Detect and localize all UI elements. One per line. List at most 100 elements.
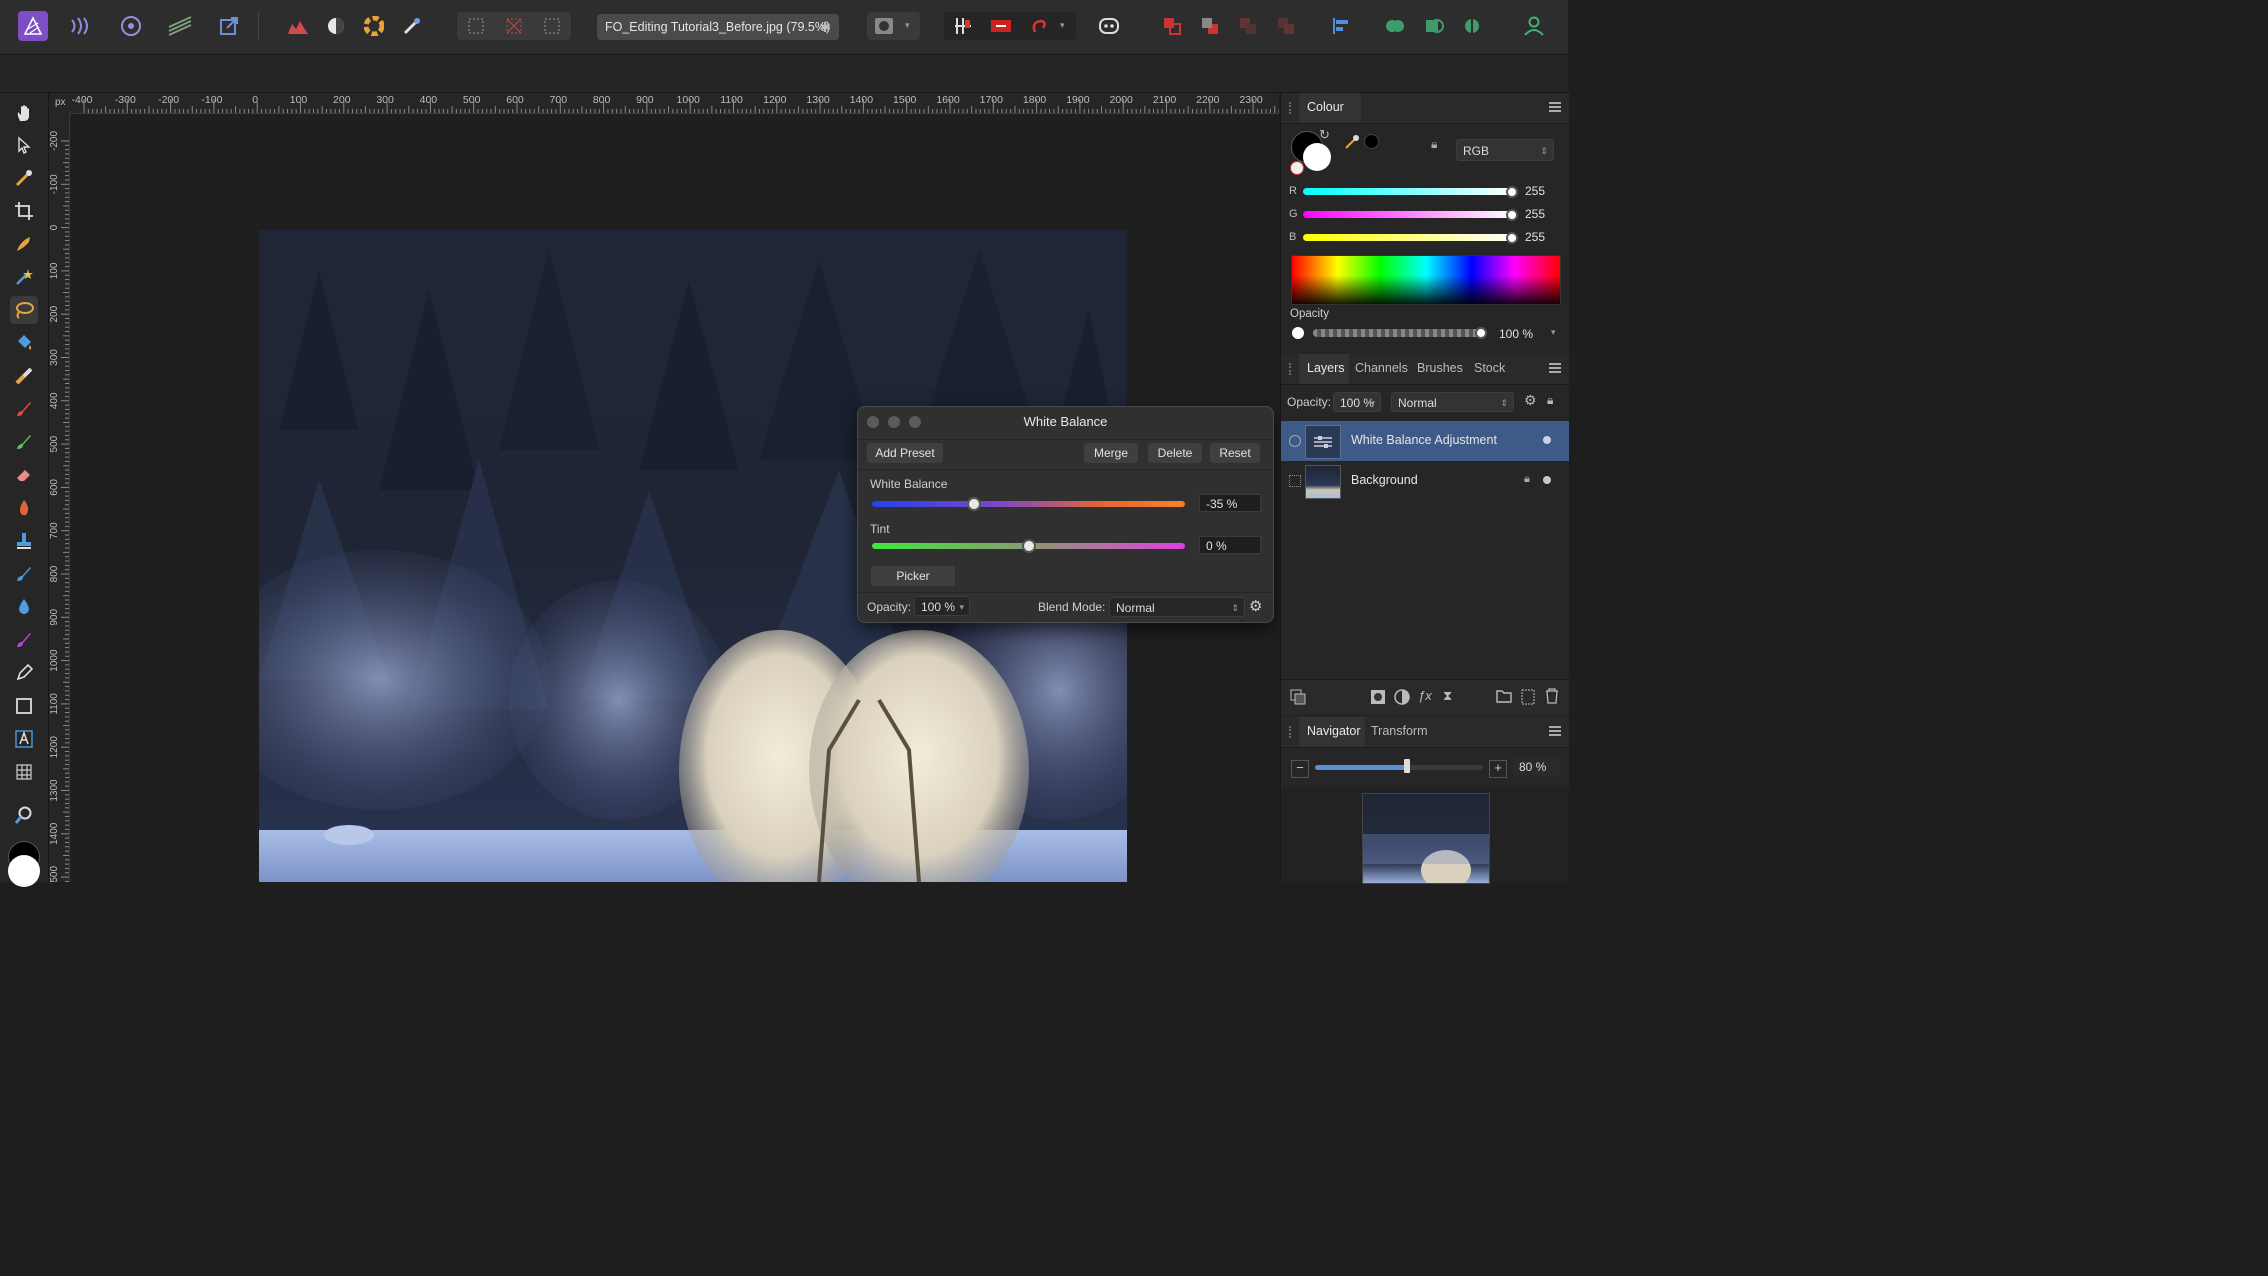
crop-tool-icon[interactable] [10,197,38,225]
group-folder-icon[interactable] [1496,689,1512,706]
picked-colour-swatch[interactable] [1364,134,1379,149]
colour-wheel-icon[interactable] [359,11,389,41]
deselect-icon[interactable] [499,11,529,41]
dodge-tool-icon[interactable] [10,494,38,522]
erase-brush-tool-icon[interactable] [10,461,38,489]
picker-button[interactable]: Picker [871,566,955,586]
tab-navigator[interactable]: Navigator [1307,724,1361,738]
layer-visibility-icon[interactable] [1289,475,1301,487]
boolean-subtract-icon[interactable] [1419,11,1449,41]
tint-slider-knob[interactable] [1021,539,1036,553]
panel-grip[interactable] [1289,363,1293,375]
selection-brush-tool-icon[interactable] [10,230,38,258]
tab-layers[interactable]: Layers [1307,361,1345,375]
zoom-out-icon[interactable]: − [1291,760,1309,778]
tab-channels[interactable]: Channels [1355,361,1408,375]
flood-select-tool-icon[interactable] [10,263,38,291]
panel-menu-icon[interactable] [1549,726,1561,736]
green-slider-knob[interactable] [1506,209,1518,221]
zoom-slider[interactable] [1315,765,1483,770]
auto-contrast-icon[interactable] [321,11,351,41]
opacity-slider[interactable] [1313,329,1481,337]
red-slider-knob[interactable] [1506,186,1518,198]
blur-tool-icon[interactable] [10,593,38,621]
swap-colours-icon[interactable]: ↻ [1319,127,1330,143]
layer-opacity-field[interactable]: 100 % ▾ [1333,392,1381,412]
blend-mode-select[interactable]: Normal ⇕ [1109,597,1245,617]
paint-mixer-tool-icon[interactable] [10,428,38,456]
reset-button[interactable]: Reset [1210,443,1260,463]
undo-redo-icon[interactable] [1024,11,1054,41]
opacity-field[interactable]: 100 % ▾ [914,596,970,616]
chevron-down-icon[interactable]: ▾ [959,597,964,617]
layer-lock-icon[interactable]: 🔒︎ [1524,473,1530,486]
document-tab[interactable]: FO_Editing Tutorial3_Before.jpg (79.5%) … [597,14,839,40]
rectangle-tool-icon[interactable] [10,692,38,720]
panel-menu-icon[interactable] [1549,363,1561,373]
chevron-down-icon[interactable]: ▾ [1551,327,1556,338]
layer-visibility-dot-icon[interactable] [1543,436,1551,444]
persona-tone-map-icon[interactable] [165,11,195,41]
stroke-colour-swatch[interactable] [1303,143,1331,171]
colour-model-select[interactable]: RGB ⇕ [1456,139,1554,161]
arrange-back-icon[interactable] [1195,11,1225,41]
layer-settings-gear-icon[interactable]: ⚙ [1524,392,1537,409]
paint-brush-tool-icon[interactable] [10,395,38,423]
boolean-add-icon[interactable] [1380,11,1410,41]
white-balance-slider-knob[interactable] [966,497,981,511]
live-filter-icon[interactable]: ⧗ [1443,688,1452,704]
snapping-icon[interactable] [948,11,978,41]
inpainting-tool-icon[interactable] [10,560,38,588]
panel-grip[interactable] [1289,726,1293,738]
hand-tool-icon[interactable] [10,99,38,127]
navigator-thumbnail[interactable] [1362,793,1490,884]
settings-gear-icon[interactable]: ⚙ [1249,597,1262,615]
colour-picker-tool-icon[interactable] [10,164,38,192]
red-slider[interactable] [1303,188,1513,195]
tint-value[interactable]: 0 % [1199,536,1261,554]
flood-fill-tool-icon[interactable] [10,329,38,357]
clone-tool-icon[interactable] [10,527,38,555]
no-colour-icon[interactable] [1290,161,1304,175]
user-icon[interactable] [1519,11,1549,41]
layer-row-background[interactable]: Background 🔒︎ [1281,461,1569,501]
white-balance-value[interactable]: -35 % [1199,494,1261,512]
arrange-front-icon[interactable] [1233,11,1263,41]
white-balance-slider[interactable] [872,501,1185,507]
quick-mask-icon[interactable] [869,11,899,41]
chevron-down-icon[interactable]: ▾ [905,20,910,31]
document-modified-icon[interactable]: ✱ [819,14,831,40]
persona-develop-icon[interactable] [116,11,146,41]
duplicate-layer-icon[interactable] [1290,689,1306,708]
layer-lock-icon[interactable]: 🔒︎ [1547,393,1553,408]
red-eye-tool-icon[interactable] [10,626,38,654]
merge-button[interactable]: Merge [1084,443,1138,463]
blue-slider-knob[interactable] [1506,232,1518,244]
zoom-tool-icon[interactable] [10,801,38,829]
persona-photo-icon[interactable] [18,11,48,41]
zoom-in-icon[interactable]: + [1489,760,1507,778]
red-value[interactable]: 255 [1525,184,1545,198]
layer-visibility-dot-icon[interactable] [1543,476,1551,484]
layer-row-white-balance[interactable]: White Balance Adjustment [1281,421,1569,461]
layer-blend-mode-select[interactable]: Normal ⇕ [1391,392,1514,412]
opacity-value[interactable]: 100 % [1493,324,1553,344]
panel-menu-icon[interactable] [1549,102,1561,112]
green-value[interactable]: 255 [1525,207,1545,221]
freehand-selection-tool-icon[interactable] [10,296,38,324]
blue-slider[interactable] [1303,234,1513,241]
mask-layer-icon[interactable] [1370,689,1386,708]
align-icon[interactable] [1326,11,1356,41]
pen-tool-icon[interactable] [10,659,38,687]
secondary-colour-swatch[interactable] [8,855,40,887]
tab-brushes[interactable]: Brushes [1417,361,1463,375]
mesh-warp-tool-icon[interactable] [10,758,38,786]
blue-value[interactable]: 255 [1525,230,1545,244]
panel-grip[interactable] [1289,102,1293,114]
delete-button[interactable]: Delete [1148,443,1202,463]
gradient-tool-icon[interactable] [10,362,38,390]
adjustment-icon[interactable] [1394,689,1410,708]
colour-spectrum[interactable] [1291,255,1561,305]
histogram-icon[interactable] [283,11,313,41]
lock-icon[interactable]: 🔒︎ [1431,137,1437,152]
